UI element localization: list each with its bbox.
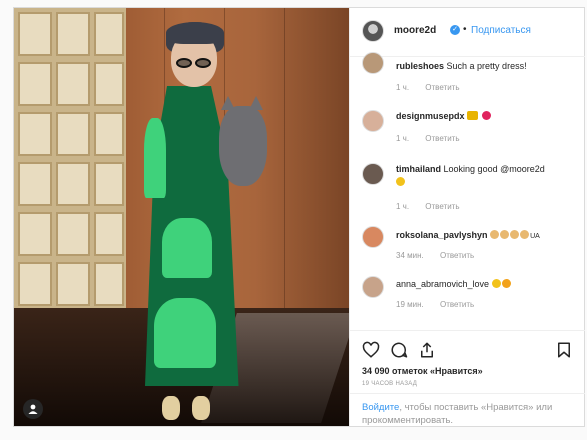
bookmark-icon[interactable] [555, 341, 573, 359]
heart-icon[interactable] [362, 341, 380, 359]
commenter-avatar[interactable] [362, 226, 384, 248]
reply-link[interactable]: Ответить [425, 134, 459, 143]
comment-username[interactable]: roksolana_pavlyshyn [396, 230, 488, 240]
verified-badge-icon: ✓ [450, 25, 460, 35]
reply-link[interactable]: Ответить [440, 300, 474, 309]
reply-link[interactable]: Ответить [440, 251, 474, 260]
comment-text: Looking good @moore2d [443, 164, 545, 174]
reply-link[interactable]: Ответить [425, 83, 459, 92]
sandal [162, 396, 180, 420]
post-actions: 34 090 отметок «Нравится» 19 ЧАСОВ НАЗАД… [350, 330, 585, 427]
comment-time: 1 ч. [396, 83, 410, 92]
sandal [192, 396, 210, 420]
follow-button[interactable]: Подписаться [471, 25, 531, 36]
author-avatar[interactable] [362, 20, 384, 42]
emoji-icon [520, 230, 530, 239]
sunglasses [174, 58, 214, 68]
emoji-icon [490, 230, 500, 239]
reply-link[interactable]: Ответить [425, 202, 459, 211]
comment-username[interactable]: rubleshoes [396, 61, 444, 71]
commenter-avatar[interactable] [362, 110, 384, 132]
post-photo[interactable] [14, 8, 349, 426]
likes-count[interactable]: 34 090 отметок «Нравится» [362, 366, 483, 376]
instagram-post: moore2d ✓ • Подписаться rubleshoes Such … [13, 7, 585, 427]
login-link[interactable]: Войдите [362, 402, 399, 413]
comment-username[interactable]: anna_abramovich_love [396, 279, 489, 289]
emoji-icon [501, 279, 511, 288]
comment-time: 1 ч. [396, 202, 410, 211]
comment-username[interactable]: timhailand [396, 164, 441, 174]
user-tag-icon[interactable] [23, 399, 43, 419]
comment-username[interactable]: designmusepdx [396, 111, 465, 121]
commenter-avatar[interactable] [362, 163, 384, 185]
commenter-avatar[interactable] [362, 276, 384, 298]
emoji-icon [467, 111, 479, 120]
post-timestamp: 19 ЧАСОВ НАЗАД [362, 381, 418, 387]
separator-dot: • [463, 24, 467, 35]
author-username[interactable]: moore2d [394, 25, 436, 36]
emoji-icon [510, 230, 520, 239]
post-sidebar: moore2d ✓ • Подписаться rubleshoes Such … [349, 8, 585, 426]
dog [219, 106, 267, 186]
emoji-icon [396, 177, 405, 186]
emoji-icon [491, 279, 501, 288]
comment-text: Such a pretty dress! [446, 61, 527, 71]
comment-time: 19 мин. [396, 300, 424, 309]
comment-time: 1 ч. [396, 134, 410, 143]
login-prompt: Войдите, чтобы поставить «Нравится» или … [350, 393, 585, 428]
comment-text: UA [530, 233, 540, 240]
heart-emoji-icon [481, 111, 491, 120]
commenter-avatar[interactable] [362, 52, 384, 74]
emoji-icon [500, 230, 510, 239]
share-icon[interactable] [418, 341, 436, 359]
comment-time: 34 мин. [396, 251, 424, 260]
post-header: moore2d ✓ • Подписаться [350, 8, 585, 57]
comment-bubble-icon[interactable] [390, 341, 408, 359]
